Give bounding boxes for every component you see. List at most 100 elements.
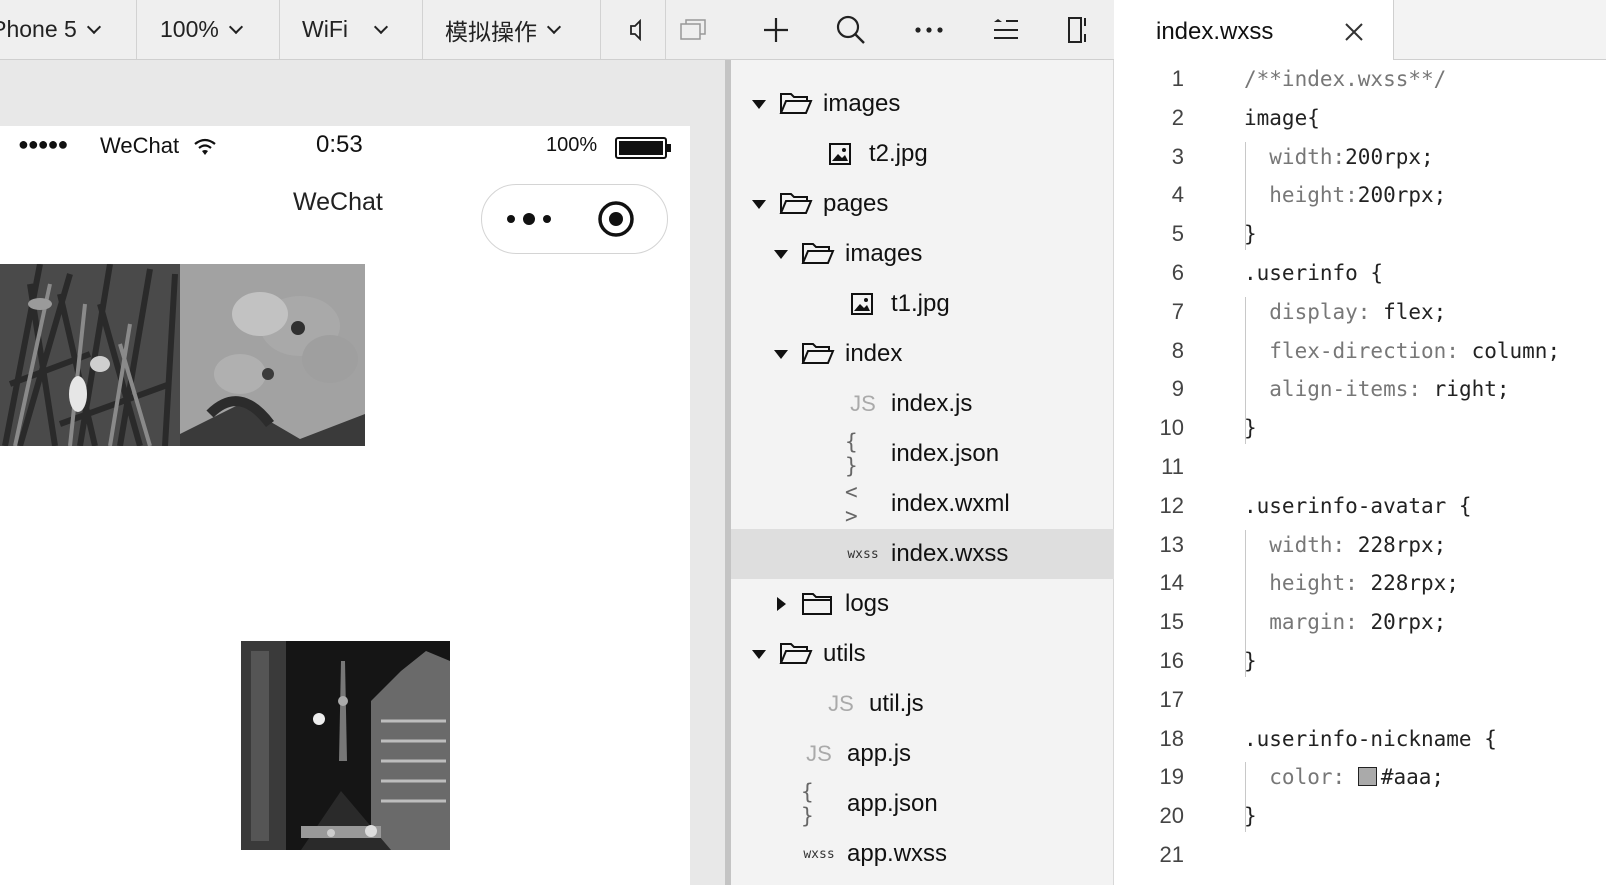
tree-item-logs[interactable]: logs — [731, 579, 1114, 629]
line-number: 16 — [1159, 648, 1184, 673]
line-number: 2 — [1171, 104, 1184, 130]
color-swatch — [1357, 767, 1377, 787]
tree-item-images[interactable]: images — [731, 79, 1114, 129]
wxss-file-icon: wxss — [847, 546, 879, 562]
tree-item-app-wxss[interactable]: wxss app.wxss — [731, 829, 1114, 879]
line-number: 4 — [1171, 182, 1184, 208]
chevron-down-icon — [546, 19, 562, 34]
indent-guide — [1245, 762, 1246, 832]
plus-icon[interactable] — [756, 10, 796, 50]
tree-item-index-js[interactable]: JS index.js — [731, 379, 1114, 429]
network-select[interactable]: WiFi — [302, 0, 389, 59]
code-line[interactable]: 13 width: 228rpx; — [1114, 526, 1606, 564]
tree-item-t2-jpg[interactable]: t2.jpg — [731, 129, 1114, 179]
code-line[interactable]: 3 width:200rpx; — [1114, 138, 1606, 176]
code-line[interactable]: 17 — [1114, 681, 1606, 719]
line-number: 10 — [1159, 415, 1184, 441]
tree-item-images[interactable]: images — [731, 229, 1114, 279]
tree-item-label: pages — [823, 190, 889, 217]
code-line[interactable]: 14 height: 228rpx; — [1114, 564, 1606, 602]
code-line[interactable]: 20} — [1114, 797, 1606, 835]
code-text: flex-direction: column; — [1244, 338, 1561, 363]
code-text: .userinfo-nickname { — [1244, 726, 1497, 751]
close-miniprogram-icon[interactable] — [597, 200, 635, 238]
tree-item-app-js[interactable]: JS app.js — [731, 729, 1114, 779]
code-line[interactable]: 2 image{ — [1114, 99, 1606, 137]
code-line[interactable]: 6 .userinfo { — [1114, 254, 1606, 292]
layout-icon[interactable] — [1061, 10, 1101, 50]
line-number: 12 — [1159, 492, 1184, 518]
code-line[interactable]: 10} — [1114, 409, 1606, 447]
chevron-down-icon — [86, 19, 101, 34]
code-text: height:200rpx; — [1244, 183, 1447, 208]
tree-item-label: images — [845, 240, 923, 267]
folder-open-icon — [801, 343, 835, 364]
code-line[interactable]: 7 display: flex; — [1114, 293, 1606, 331]
js-file-icon: JS — [828, 691, 854, 716]
tree-item-index-wxml[interactable]: < > index.wxml — [731, 479, 1114, 529]
code-line[interactable]: 15 margin: 20rpx; — [1114, 603, 1606, 641]
tree-item-util-js[interactable]: JS util.js — [731, 679, 1114, 729]
code-line[interactable]: 21 — [1114, 836, 1606, 874]
zoom-label: 100% — [160, 16, 219, 42]
code-line[interactable]: 19 color: #aaa; — [1114, 758, 1606, 796]
sound-button[interactable] — [628, 0, 646, 59]
caret-down-icon[interactable] — [751, 96, 767, 112]
tab-index-wxss[interactable]: index.wxss — [1114, 0, 1394, 61]
grass-photo — [0, 264, 180, 446]
tree-item-utils[interactable]: utils — [731, 629, 1114, 679]
tree-item-label: app.wxss — [847, 840, 948, 867]
code-line[interactable]: 16} — [1114, 642, 1606, 680]
js-file-icon: JS — [850, 391, 876, 416]
search-icon[interactable] — [831, 10, 871, 50]
zoom-select[interactable]: 100% — [160, 0, 243, 59]
line-number: 8 — [1171, 337, 1184, 363]
indent-guide — [1245, 529, 1246, 677]
tree-item-index-wxss[interactable]: wxss index.wxss — [731, 529, 1114, 579]
tree-item-pages[interactable]: pages — [731, 179, 1114, 229]
line-number: 13 — [1159, 531, 1184, 557]
signal-strength: ●●●●● — [18, 134, 68, 154]
caret-down-icon[interactable] — [773, 246, 789, 262]
tree-item-index[interactable]: index — [731, 329, 1114, 379]
operate-select[interactable]: 模拟操作 — [445, 0, 562, 59]
wifi-icon — [194, 138, 216, 155]
device-select[interactable]: iPhone 5 — [0, 0, 101, 59]
code-line[interactable]: 1 /**index.wxss**/ — [1114, 60, 1606, 98]
network-label: WiFi — [302, 16, 348, 42]
outline-icon[interactable] — [986, 10, 1026, 50]
caret-down-icon[interactable] — [751, 646, 767, 662]
folder-icon — [802, 593, 832, 615]
tree-item-label: t2.jpg — [869, 140, 928, 167]
code-text: /**index.wxss**/ — [1244, 67, 1447, 91]
code-text: margin: 20rpx; — [1244, 610, 1447, 635]
code-line[interactable]: 5} — [1114, 215, 1606, 253]
folder-open-icon — [801, 243, 835, 264]
code-line[interactable]: 9 align-items: right; — [1114, 370, 1606, 408]
code-text: image{ — [1244, 105, 1320, 130]
code-line[interactable]: 11 — [1114, 448, 1606, 486]
code-line[interactable]: 18 .userinfo-nickname { — [1114, 720, 1606, 758]
caret-right-icon[interactable] — [773, 596, 789, 612]
code-text: color: #aaa; — [1244, 765, 1445, 790]
caret-down-icon[interactable] — [751, 196, 767, 212]
caret-down-icon[interactable] — [773, 346, 789, 362]
tree-item-app-json[interactable]: { } app.json — [731, 779, 1114, 829]
tree-item-label: index.wxml — [891, 490, 1010, 517]
more-icon[interactable] — [909, 10, 949, 50]
window-button[interactable] — [680, 0, 706, 59]
json-file-icon: { } — [801, 780, 814, 828]
line-number: 9 — [1171, 376, 1184, 402]
code-line[interactable]: 8 flex-direction: column; — [1114, 332, 1606, 370]
tree-item-index-json[interactable]: { } index.json — [731, 429, 1114, 479]
speaker-icon — [630, 18, 641, 41]
json-file-icon: { } — [845, 430, 858, 478]
code-line[interactable]: 4 height:200rpx; — [1114, 176, 1606, 214]
line-number: 7 — [1171, 298, 1184, 324]
tree-item-label: index.js — [891, 390, 973, 417]
code-editor[interactable]: 1/**index.wxss**/2 image{3 width:200rpx; 4… — [1114, 60, 1606, 885]
close-icon[interactable] — [1344, 22, 1364, 42]
code-line[interactable]: 12 .userinfo-avatar { — [1114, 487, 1606, 525]
more-icon[interactable] — [504, 207, 558, 231]
tree-item-t1-jpg[interactable]: t1.jpg — [731, 279, 1114, 329]
